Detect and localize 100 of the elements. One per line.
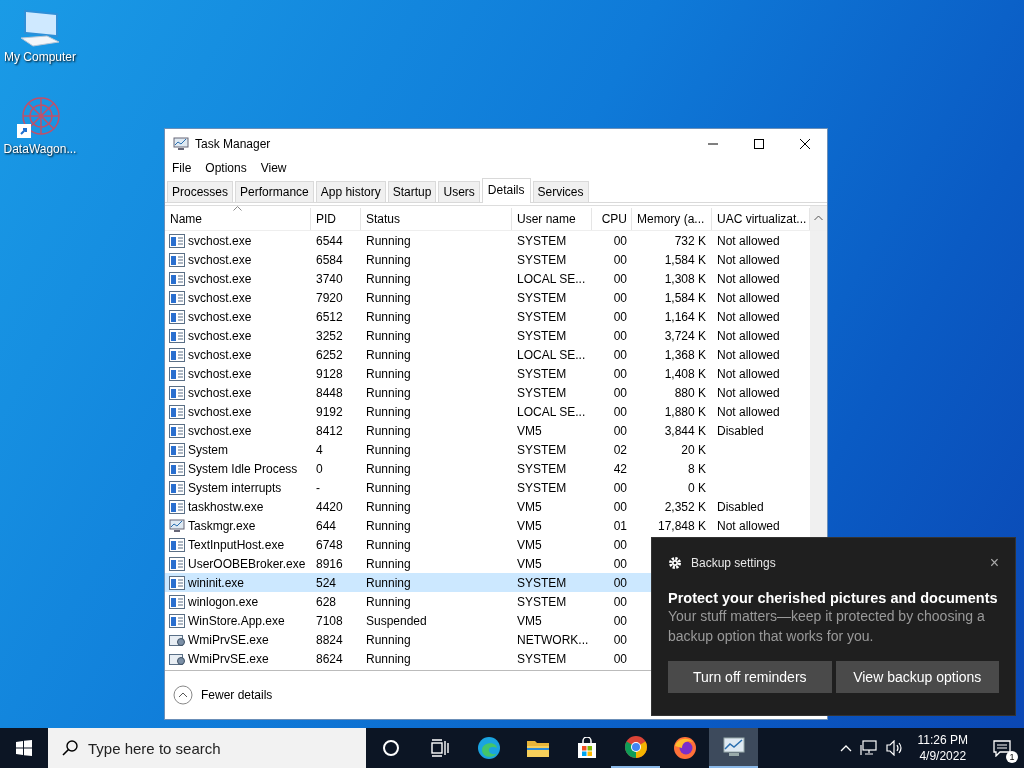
table-cell-text: LOCAL SE... — [516, 404, 587, 419]
process-name: System Idle Process — [188, 461, 298, 476]
window-icon — [169, 252, 185, 267]
maximize-icon[interactable] — [753, 138, 765, 150]
table-row[interactable]: svchost.exe 6584 Running SYSTEM 00 1,584 K Not allowed — [165, 250, 810, 269]
table-row[interactable]: svchost.exe 6512 Running SYSTEM 00 1,164 K Not allowed — [165, 307, 810, 326]
firefox-browser-icon — [672, 736, 697, 760]
menu-item[interactable]: View — [260, 161, 287, 175]
fewer-details-link[interactable]: Fewer details — [201, 688, 273, 702]
table-cell-text: 00 — [612, 366, 628, 381]
table-row[interactable]: System 4 Running SYSTEM 02 20 K — [165, 440, 810, 459]
table-row[interactable]: svchost.exe 3740 Running LOCAL SE... 00 1,308 K Not allowed — [165, 269, 810, 288]
table-cell-text: 4420 — [315, 499, 344, 514]
table-cell-text: SYSTEM — [516, 309, 568, 324]
notification-count-badge: 1 — [1006, 751, 1018, 763]
table-cell-text: Not allowed — [716, 271, 781, 286]
table-cell-text: SYSTEM — [516, 233, 568, 248]
table-cell-text: 00 — [612, 385, 628, 400]
process-name: WinStore.App.exe — [188, 613, 285, 628]
process-name: svchost.exe — [188, 328, 252, 343]
window-icon — [169, 309, 185, 324]
window-icon — [169, 366, 185, 381]
notification-body: Your stuff matters—keep it protected by choosing a backup option that works for you. — [668, 607, 986, 646]
window-icon — [169, 347, 185, 362]
tab[interactable]: Startup — [387, 181, 437, 202]
table-cell-text: 1,880 K — [663, 404, 707, 419]
table-row[interactable]: TextInputHost.exe 6748 Running VM5 00 — [165, 535, 810, 554]
table-row[interactable]: svchost.exe 7920 Running SYSTEM 00 1,584 K Not allowed — [165, 288, 810, 307]
search-field[interactable]: Type here to search — [48, 728, 366, 768]
table-cell-text: Running — [365, 556, 412, 571]
table-row[interactable]: System Idle Process 0 Running SYSTEM 42 8 K — [165, 459, 810, 478]
table-cell-text: SYSTEM — [516, 461, 568, 476]
close-button[interactable]: × — [989, 554, 999, 572]
column-header[interactable]: User name — [512, 208, 592, 230]
process-name: System interrupts — [188, 480, 282, 495]
table-row[interactable]: svchost.exe 6544 Running SYSTEM 00 732 K Not allowed — [165, 231, 810, 250]
tab[interactable]: App history — [315, 181, 386, 202]
table-row[interactable]: System interrupts - Running SYSTEM 00 0 K — [165, 478, 810, 497]
collapse-icon[interactable] — [173, 685, 193, 705]
table-cell-text: VM5 — [516, 518, 543, 533]
table-cell-text: 00 — [612, 480, 628, 495]
tab[interactable]: Processes — [167, 181, 234, 202]
process-name: wininit.exe — [188, 575, 245, 590]
close-icon[interactable] — [799, 138, 811, 150]
taskbar-button[interactable] — [709, 728, 758, 768]
table-cell-text: 3,844 K — [663, 423, 707, 438]
tab[interactable]: Services — [532, 181, 589, 202]
table-cell-text: 00 — [612, 328, 628, 343]
menu-item[interactable]: Options — [205, 161, 247, 175]
tab[interactable]: Users — [438, 181, 480, 202]
table-row[interactable]: svchost.exe 8412 Running VM5 00 3,844 K Disabled — [165, 421, 810, 440]
column-header[interactable]: Status — [361, 208, 512, 230]
clock-time[interactable]: 11:26 PM — [917, 732, 968, 748]
table-cell-text: Running — [365, 347, 412, 362]
table-row[interactable]: svchost.exe 3252 Running SYSTEM 00 3,724 K Not allowed — [165, 326, 810, 345]
table-row[interactable]: taskhostw.exe 4420 Running VM5 00 2,352 K Disabled — [165, 497, 810, 516]
table-cell-text: Running — [365, 537, 412, 552]
table-cell-text: Running — [365, 632, 412, 647]
process-name: svchost.exe — [188, 385, 252, 400]
table-cell-text: 8916 — [315, 556, 344, 571]
table-cell-text: 628 — [315, 594, 338, 609]
table-cell-text: Running — [365, 518, 412, 533]
table-cell-text: 1,308 K — [663, 271, 707, 286]
windows-logo-icon — [16, 740, 32, 756]
table-cell-text: SYSTEM — [516, 575, 568, 590]
window-title: Task Manager — [195, 137, 271, 151]
table-cell-text: 00 — [612, 537, 628, 552]
table-row[interactable]: svchost.exe 9192 Running LOCAL SE... 00 1,880 K Not allowed — [165, 402, 810, 421]
notification-button[interactable]: View backup options — [835, 661, 999, 693]
column-header[interactable]: CPU — [592, 208, 632, 230]
speaker-icon[interactable] — [885, 740, 904, 756]
table-cell-text: Running — [365, 461, 412, 476]
tab[interactable]: Performance — [235, 181, 314, 202]
table-cell-text: Running — [365, 309, 412, 324]
table-row[interactable]: Taskmgr.exe 644 Running VM5 01 17,848 K Not allowed — [165, 516, 810, 535]
column-header[interactable]: Name — [165, 208, 311, 230]
table-cell-text: Not allowed — [716, 328, 781, 343]
gear-window-icon — [169, 632, 185, 647]
table-row[interactable]: svchost.exe 9128 Running SYSTEM 00 1,408 K Not allowed — [165, 364, 810, 383]
window-icon — [169, 613, 185, 628]
chevron-up-icon[interactable] — [839, 744, 852, 752]
menu-item[interactable]: File — [172, 161, 192, 175]
column-header[interactable]: PID — [311, 208, 361, 230]
network-icon[interactable] — [859, 740, 878, 756]
process-name: svchost.exe — [188, 366, 252, 381]
table-cell-text: Not allowed — [716, 404, 781, 419]
table-cell-text: SYSTEM — [516, 385, 568, 400]
process-name: svchost.exe — [188, 309, 252, 324]
notification-button[interactable]: Turn off reminders — [668, 661, 832, 693]
clock-date[interactable]: 4/9/2022 — [919, 748, 967, 764]
table-row[interactable]: svchost.exe 6252 Running LOCAL SE... 00 1,368 K Not allowed — [165, 345, 810, 364]
column-header[interactable]: Memory (a... — [632, 208, 712, 230]
notification-center-icon[interactable] — [993, 739, 1011, 757]
table-cell-text: 00 — [612, 423, 628, 438]
table-cell-text: 3740 — [315, 271, 344, 286]
window-icon — [169, 499, 185, 514]
tab[interactable]: Details — [481, 178, 531, 203]
window-icon — [169, 233, 185, 248]
table-cell-text: 00 — [612, 347, 628, 362]
table-row[interactable]: svchost.exe 8448 Running SYSTEM 00 880 K Not allowed — [165, 383, 810, 402]
